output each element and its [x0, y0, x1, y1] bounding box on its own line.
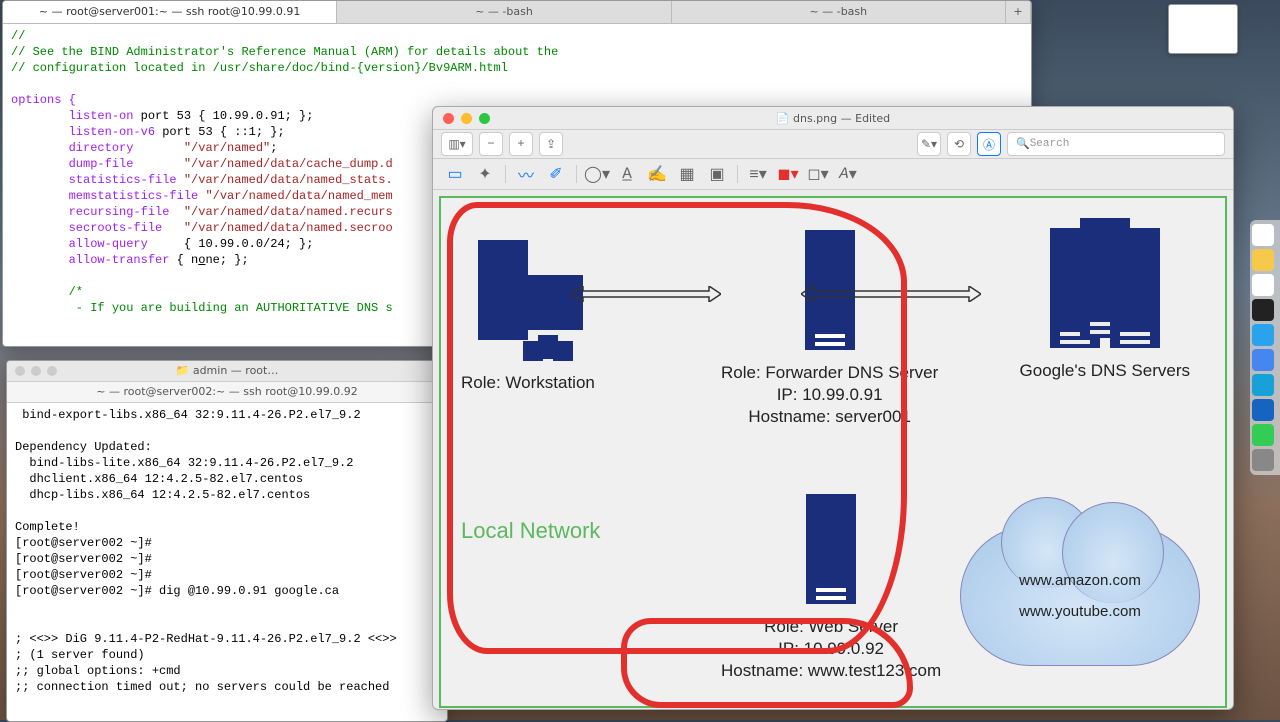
- preview-window: 📄 dns.png — Edited ▥▾ − + ⇪ ✎▾ ⟲ Ⓐ 🔍 Sea…: [432, 106, 1234, 710]
- traffic-lights[interactable]: [15, 366, 57, 376]
- sketch-tool-icon[interactable]: 〰: [516, 164, 536, 184]
- rotate-icon[interactable]: ⟲: [947, 132, 971, 156]
- line-style-icon[interactable]: ≡▾: [748, 164, 768, 184]
- markup-icon[interactable]: Ⓐ: [977, 132, 1001, 156]
- terminal-tab-2[interactable]: ~ — -bash: [337, 1, 671, 23]
- draw-tool-icon[interactable]: ✐: [546, 164, 566, 184]
- zoom-out-icon[interactable]: −: [479, 132, 503, 156]
- text-tool-icon[interactable]: A̲: [617, 164, 637, 184]
- terminal-breadcrumb: 📁 admin — root…: [176, 363, 279, 379]
- zoom-icon[interactable]: [479, 113, 490, 124]
- close-icon[interactable]: [443, 113, 454, 124]
- terminal-tab-3[interactable]: ~ — -bash: [672, 1, 1006, 23]
- finder-icon[interactable]: [1252, 224, 1274, 246]
- annotation-circle-1[interactable]: [447, 202, 907, 654]
- font-style-icon[interactable]: A▾: [838, 164, 858, 184]
- vscode-icon[interactable]: [1252, 399, 1274, 421]
- minimize-icon[interactable]: [461, 113, 472, 124]
- sidebar-icon[interactable]: ▥▾: [441, 132, 473, 156]
- dock: [1250, 220, 1280, 475]
- highlight-icon[interactable]: ✎▾: [917, 132, 941, 156]
- zoom-in-icon[interactable]: +: [509, 132, 533, 156]
- terminal-tab-add[interactable]: +: [1006, 1, 1031, 23]
- select-tool-icon[interactable]: ▭: [445, 164, 465, 184]
- desktop-file-thumbnail[interactable]: [1168, 4, 1238, 54]
- preview-canvas[interactable]: Role: Workstation Role: Forwarder DNS Se…: [439, 196, 1227, 708]
- app-icon[interactable]: [1252, 424, 1274, 446]
- fill-color-icon[interactable]: ◻▾: [808, 164, 828, 184]
- terminal-subtitle: ~ — root@server002:~ — ssh root@10.99.0.…: [7, 382, 447, 403]
- markup-toolbar: ▭ ✦ 〰 ✐ ◯▾ A̲ ✍ ▦ ▣ ≡▾ ◼▾ ◻▾ A▾: [433, 159, 1233, 190]
- app-icon[interactable]: [1252, 374, 1274, 396]
- border-color-icon[interactable]: ◼▾: [778, 164, 798, 184]
- preview-titlebar[interactable]: 📄 dns.png — Edited: [433, 107, 1233, 129]
- app-icon[interactable]: [1252, 349, 1274, 371]
- terminal-tabs: ~ — root@server001:~ — ssh root@10.99.0.…: [3, 1, 1031, 24]
- trash-icon[interactable]: [1252, 449, 1274, 471]
- preview-toolbar: ▥▾ − + ⇪ ✎▾ ⟲ Ⓐ 🔍 Search: [433, 129, 1233, 159]
- terminal-icon[interactable]: [1252, 299, 1274, 321]
- terminal-titlebar[interactable]: 📁 admin — root…: [7, 361, 447, 382]
- terminal-window-server002: 📁 admin — root… ~ — root@server002:~ — s…: [6, 360, 448, 722]
- app-icon[interactable]: [1252, 324, 1274, 346]
- traffic-lights[interactable]: [443, 113, 490, 124]
- terminal-tab-1[interactable]: ~ — root@server001:~ — ssh root@10.99.0.…: [3, 1, 337, 23]
- google-dns-label: Google's DNS Servers: [1020, 360, 1190, 382]
- cloud-link: www.amazon.com: [1019, 572, 1141, 589]
- search-input[interactable]: 🔍 Search: [1007, 132, 1225, 156]
- cloud-link: www.youtube.com: [1019, 603, 1141, 620]
- shapes-tool-icon[interactable]: ◯▾: [587, 164, 607, 184]
- terminal-body[interactable]: bind-export-libs.x86_64 32:9.11.4-26.P2.…: [7, 403, 447, 699]
- mask-tool-icon[interactable]: ▣: [707, 164, 727, 184]
- cloud-node: www.amazon.com www.youtube.com: [960, 526, 1200, 666]
- share-icon[interactable]: ⇪: [539, 132, 563, 156]
- annotation-circle-2[interactable]: [621, 618, 913, 708]
- chrome-icon[interactable]: [1252, 274, 1274, 296]
- google-dns-node: Google's DNS Servers: [1020, 218, 1190, 382]
- preview-title: 📄 dns.png — Edited: [776, 112, 890, 125]
- app-icon[interactable]: [1252, 249, 1274, 271]
- lasso-tool-icon[interactable]: ✦: [475, 164, 495, 184]
- note-tool-icon[interactable]: ▦: [677, 164, 697, 184]
- sign-tool-icon[interactable]: ✍: [647, 164, 667, 184]
